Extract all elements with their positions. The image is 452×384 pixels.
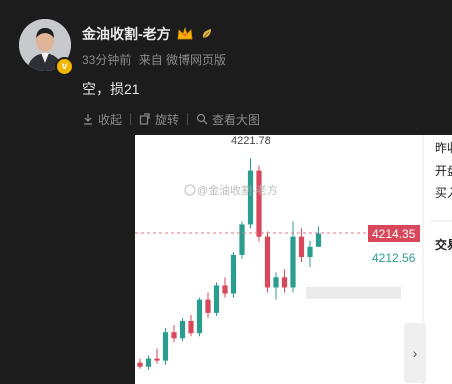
candle-body xyxy=(179,320,186,339)
collapse-label: 收起 xyxy=(98,112,123,127)
rotate-button[interactable]: 旋转 xyxy=(139,111,179,128)
rotate-icon xyxy=(139,113,150,125)
candle-body xyxy=(196,299,203,334)
post-meta: 33分钟前 来自 微博网页版 xyxy=(82,51,230,68)
image-toolbar: 收起 旋转 查看大图 xyxy=(82,111,260,127)
view-large-button[interactable]: 查看大图 xyxy=(196,111,260,128)
candle-body xyxy=(281,277,288,288)
candle-body xyxy=(213,285,220,313)
info-label-prev-close: 昨收 xyxy=(435,141,452,155)
weibo-watermark-icon xyxy=(184,184,196,196)
info-label-trade: 交易 xyxy=(435,238,452,252)
candle-body xyxy=(162,332,169,361)
post-text: 空，损21 xyxy=(82,81,140,97)
candle-body xyxy=(298,236,305,257)
blurred-watermark xyxy=(306,287,401,299)
candle-body xyxy=(154,358,160,361)
username[interactable]: 金油收割-老方 xyxy=(82,24,171,44)
collapse-button[interactable]: 收起 xyxy=(82,111,122,128)
candle-body xyxy=(137,362,143,367)
candle-body xyxy=(290,236,296,288)
rotate-label: 旋转 xyxy=(155,112,180,127)
crown-icon xyxy=(177,26,193,40)
toolbar-divider xyxy=(187,113,189,125)
candle-body xyxy=(273,277,279,288)
candle-body xyxy=(239,224,245,255)
candle-body xyxy=(256,170,262,237)
view-large-label: 查看大图 xyxy=(212,112,261,127)
candle-body xyxy=(171,332,177,339)
post-source: 来自 微博网页版 xyxy=(138,53,227,67)
candle-body xyxy=(307,246,313,257)
current-price-label: 4214.35 xyxy=(372,227,416,241)
candle-body xyxy=(145,358,152,367)
collapse-icon xyxy=(84,114,92,125)
info-label-open: 开盘 xyxy=(435,164,452,178)
info-label-bid: 买入 xyxy=(435,186,452,200)
post-time[interactable]: 33分钟前 xyxy=(82,53,131,67)
candle-body xyxy=(188,320,194,334)
candle-body xyxy=(247,170,254,225)
candle-body xyxy=(230,254,237,294)
view-large-icon xyxy=(196,113,208,125)
secondary-price-label: 4212.56 xyxy=(372,251,416,265)
candle-body xyxy=(222,285,228,294)
candle-body xyxy=(315,233,322,247)
member-leaf-icon xyxy=(202,29,211,39)
candle-body xyxy=(264,236,271,288)
candle-body xyxy=(205,299,211,313)
toolbar-divider xyxy=(130,113,132,125)
high-marker-ticks: ''' xyxy=(265,136,270,146)
next-image-button[interactable]: › xyxy=(404,323,426,383)
chevron-right-icon: › xyxy=(412,345,418,361)
verified-badge-icon: v xyxy=(55,57,74,76)
watermark-text: @金油收割-老方 xyxy=(197,183,278,197)
